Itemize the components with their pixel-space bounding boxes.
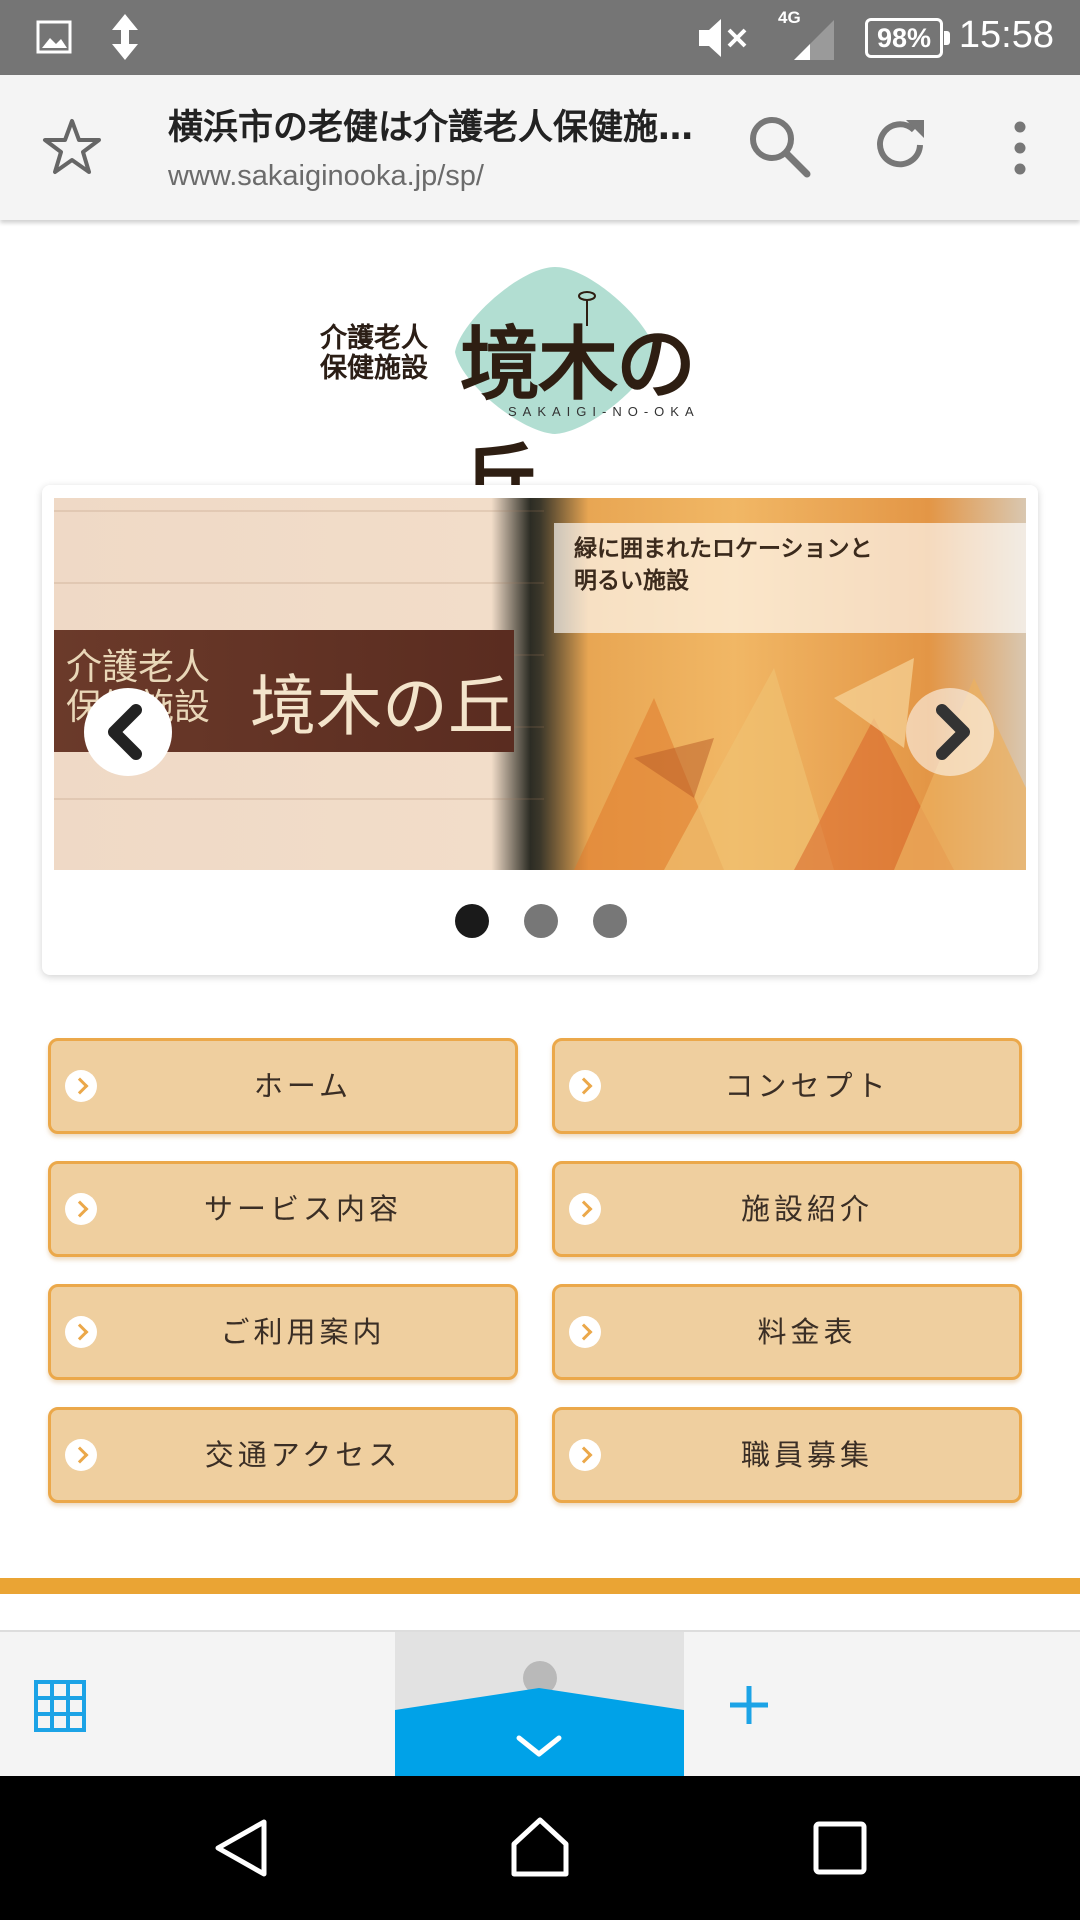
nav-label: 施設紹介 — [740, 1192, 873, 1226]
browser-bottom-bar — [0, 1630, 1080, 1778]
chevron-right-icon — [65, 1193, 97, 1225]
chevron-right-icon — [65, 1070, 97, 1102]
logo-subtitle-line2: 保健施設 — [320, 353, 428, 384]
status-time: 15:58 — [958, 14, 1054, 56]
nav-services-button[interactable]: サービス内容 — [48, 1161, 518, 1257]
image-icon — [36, 20, 72, 54]
active-tab-handle[interactable] — [395, 1632, 684, 1778]
carousel-next-button[interactable] — [906, 688, 994, 776]
nav-concept-button[interactable]: コンセプト — [552, 1038, 1022, 1134]
nav-guide-button[interactable]: ご利用案内 — [48, 1284, 518, 1380]
chevron-right-icon — [569, 1439, 601, 1471]
nav-label: ご利用案内 — [220, 1315, 386, 1349]
nav-label: 職員募集 — [740, 1438, 873, 1472]
add-tab-icon[interactable] — [726, 1682, 772, 1728]
collapse-tab[interactable] — [395, 1688, 684, 1778]
logo-roman: SAKAIGI-NO-OKA — [508, 404, 700, 419]
search-icon[interactable] — [745, 112, 815, 182]
nav-fees-button[interactable]: 料金表 — [552, 1284, 1022, 1380]
nav-label: 料金表 — [757, 1315, 857, 1349]
home-icon[interactable] — [508, 1814, 572, 1880]
page-url[interactable]: www.sakaiginooka.jp/sp/ — [168, 160, 484, 193]
browser-toolbar: 横浜市の老健は介護老人保健施設… www.sakaiginooka.jp/sp/ — [0, 75, 1080, 220]
chevron-right-icon — [936, 704, 970, 760]
carousel-dot-2[interactable] — [524, 904, 558, 938]
grid-icon[interactable] — [34, 1680, 86, 1732]
nav-label: 交通アクセス — [204, 1438, 402, 1472]
chevron-right-icon — [65, 1316, 97, 1348]
site-logo[interactable]: 介護老人 保健施設 境木の丘 SAKAIGI-NO-OKA — [320, 262, 760, 527]
chevron-right-icon — [569, 1070, 601, 1102]
nav-label: ホーム — [253, 1069, 353, 1103]
facility-sign-line1: 介護老人 — [66, 647, 211, 688]
chevron-right-icon — [65, 1439, 97, 1471]
more-vert-icon[interactable] — [1000, 119, 1040, 179]
back-icon[interactable] — [210, 1816, 274, 1880]
mute-icon — [699, 19, 747, 57]
carousel-dot-1[interactable] — [455, 904, 489, 938]
footer-accent-line — [0, 1578, 1080, 1594]
facility-sign-name: 境木の丘 — [250, 668, 514, 745]
slide-caption: 緑に囲まれたロケーションと 明るい施設 — [574, 535, 873, 594]
data-transfer-icon — [112, 14, 138, 60]
nav-label: コンセプト — [724, 1069, 890, 1103]
system-nav-bar — [0, 1776, 1080, 1920]
chevron-right-icon — [569, 1193, 601, 1225]
signal-icon — [794, 20, 834, 60]
battery-level: 98% — [876, 23, 932, 53]
nav-facility-button[interactable]: 施設紹介 — [552, 1161, 1022, 1257]
page-title[interactable]: 横浜市の老健は介護老人保健施設… — [168, 99, 703, 150]
carousel-slide[interactable]: 介護老人 保健施設 境木の丘 緑に囲まれたロケーションと 明るい施設 — [54, 498, 1026, 870]
star-icon[interactable] — [40, 115, 104, 179]
logo-subtitle: 介護老人 保健施設 — [320, 324, 428, 384]
chevron-right-icon — [569, 1316, 601, 1348]
chevron-left-icon — [108, 704, 142, 760]
image-carousel[interactable]: 介護老人 保健施設 境木の丘 緑に囲まれたロケーションと 明るい施設 — [42, 485, 1038, 975]
battery-icon: 98% — [865, 18, 950, 58]
nav-home-button[interactable]: ホーム — [48, 1038, 518, 1134]
carousel-dot-3[interactable] — [593, 904, 627, 938]
status-bar: 4G 98% 15:58 — [0, 0, 1080, 75]
nav-access-button[interactable]: 交通アクセス — [48, 1407, 518, 1503]
reload-icon[interactable] — [868, 112, 934, 178]
logo-subtitle-line1: 介護老人 — [320, 323, 428, 354]
carousel-prev-button[interactable] — [84, 688, 172, 776]
nav-recruit-button[interactable]: 職員募集 — [552, 1407, 1022, 1503]
nav-label: サービス内容 — [203, 1192, 402, 1226]
recents-icon[interactable] — [810, 1818, 870, 1878]
